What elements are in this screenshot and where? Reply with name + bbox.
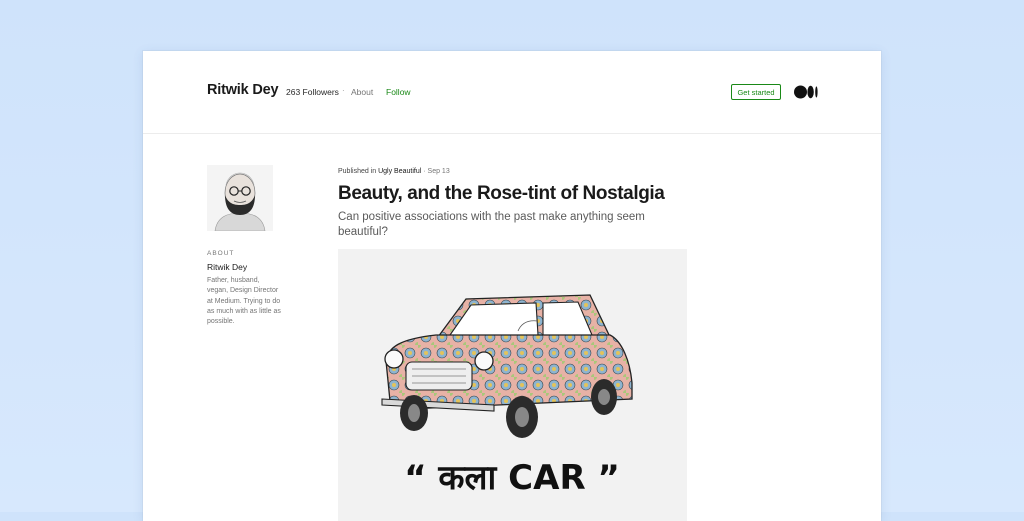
about-link[interactable]: About xyxy=(351,87,373,97)
published-prefix: Published in xyxy=(338,168,377,175)
author-name-link[interactable]: Ritwik Dey xyxy=(207,82,279,98)
article-subtitle[interactable]: Can positive associations with the past … xyxy=(338,210,658,240)
publish-date: · Sep 13 xyxy=(423,168,450,175)
publication-line: Published in Ugly Beautiful · Sep 13 xyxy=(338,168,450,175)
hero-image[interactable]: “ कला CAR ” xyxy=(338,249,687,521)
get-started-button[interactable]: Get started xyxy=(731,84,781,100)
about-author-name[interactable]: Ritwik Dey xyxy=(207,262,247,272)
medium-logo-icon[interactable] xyxy=(794,85,818,99)
publication-link[interactable]: Ugly Beautiful xyxy=(378,168,421,175)
hero-caption: “ कला CAR ” xyxy=(404,458,620,498)
profile-header: Ritwik Dey 263 Followers · About Follow … xyxy=(143,51,881,134)
followers-count[interactable]: 263 Followers xyxy=(286,87,339,97)
article-page: Ritwik Dey 263 Followers · About Follow … xyxy=(143,51,881,521)
patterned-car-illustration: “ कला CAR ” xyxy=(338,249,687,521)
follow-link[interactable]: Follow xyxy=(386,87,411,97)
avatar-portrait-icon xyxy=(207,165,273,231)
article-title[interactable]: Beauty, and the Rose-tint of Nostalgia xyxy=(338,183,738,205)
author-avatar[interactable] xyxy=(207,165,273,231)
author-bio: Father, husband, vegan, Design Director … xyxy=(207,277,281,326)
separator-dot: · xyxy=(342,86,345,95)
about-heading: ABOUT xyxy=(207,250,235,257)
